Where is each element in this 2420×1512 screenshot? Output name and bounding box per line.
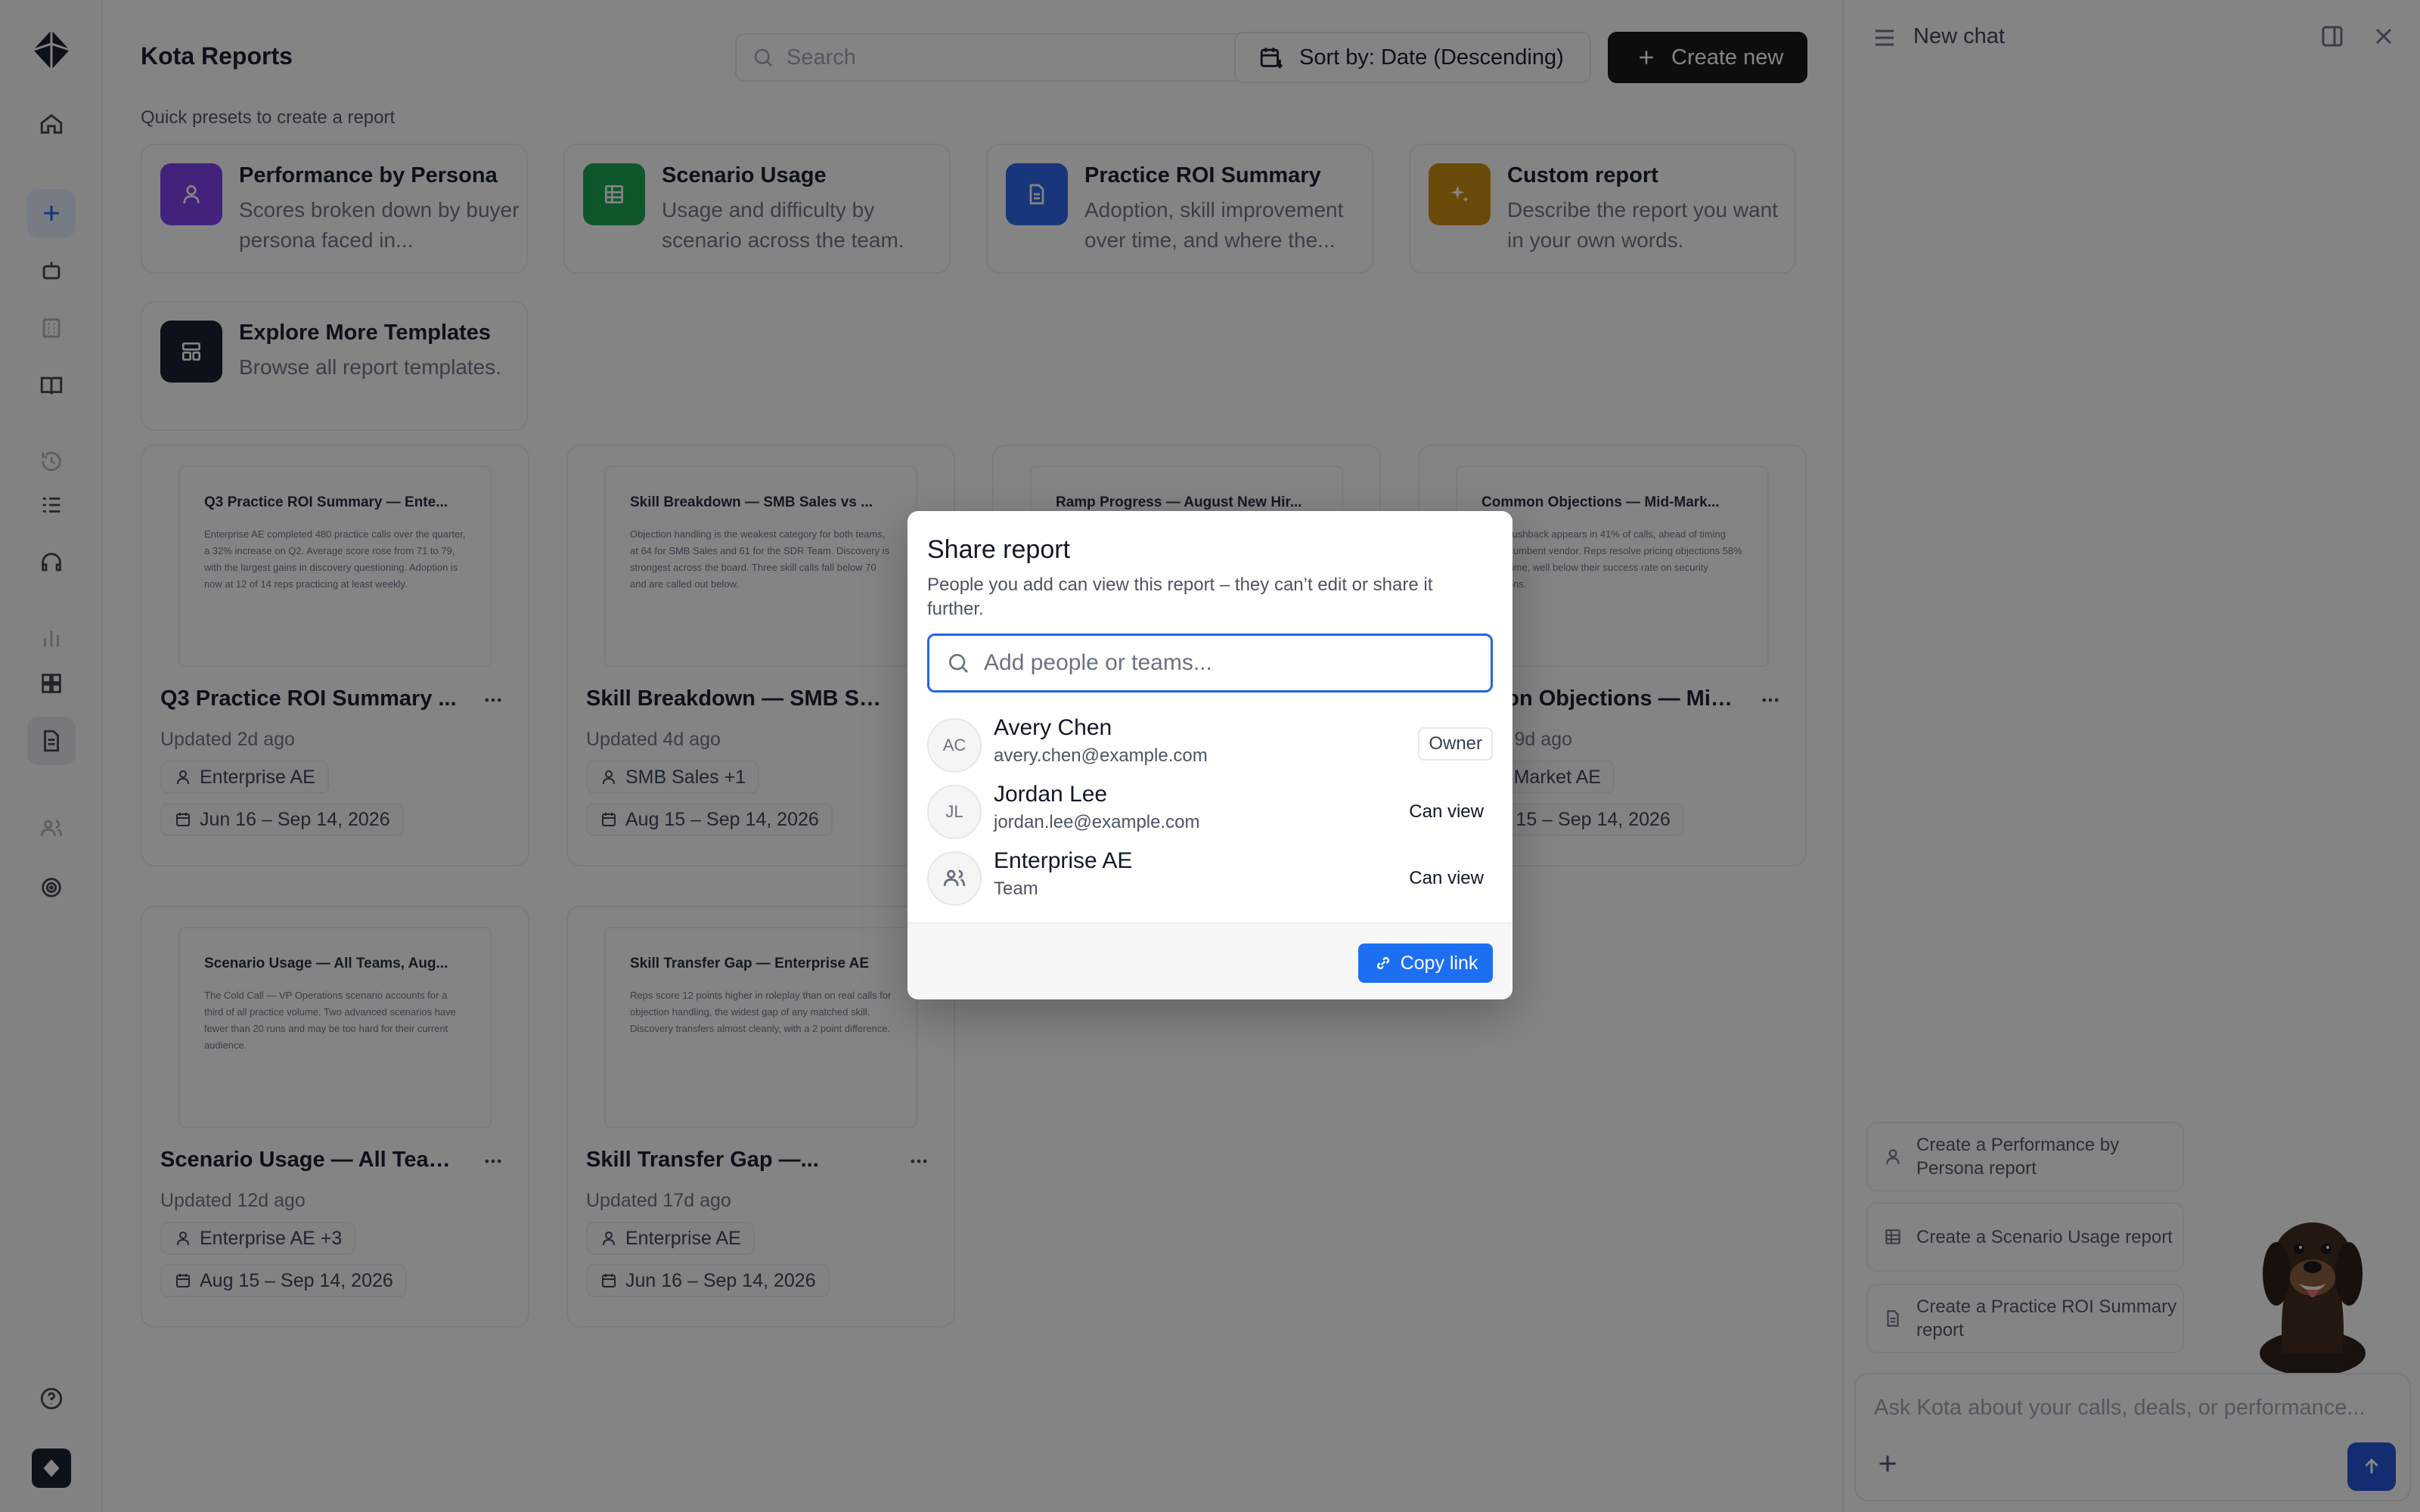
copy-link-button[interactable]: Copy link	[1358, 943, 1493, 983]
add-people-placeholder: Add people or teams...	[984, 650, 1212, 675]
dialog-title: Share report	[927, 535, 1070, 564]
add-people-input[interactable]: Add people or teams...	[927, 634, 1493, 692]
avatar: JL	[927, 785, 982, 839]
share-list-item: JL Jordan Lee jordan.lee@example.com Can…	[927, 780, 1493, 841]
share-list-item: Enterprise AE Team Can view	[927, 847, 1493, 907]
team-avatar	[927, 851, 982, 906]
person-email: jordan.lee@example.com	[994, 812, 1200, 832]
owner-badge: Owner	[1418, 727, 1493, 761]
team-icon	[943, 869, 966, 886]
copy-link-label: Copy link	[1400, 952, 1478, 974]
permission-select[interactable]: Can view	[1400, 797, 1493, 827]
search-icon	[949, 654, 968, 673]
link-icon	[1376, 957, 1389, 969]
team-label: Team	[994, 878, 1038, 899]
dialog-description: People you add can view this report – th…	[927, 575, 1433, 619]
person-name: Jordan Lee	[994, 782, 1108, 807]
team-name: Enterprise AE	[994, 848, 1133, 873]
person-email: avery.chen@example.com	[994, 745, 1208, 766]
dialog-footer: Copy link	[908, 922, 1512, 999]
share-report-dialog: Share report People you add can view thi…	[908, 511, 1512, 999]
person-name: Avery Chen	[994, 715, 1112, 740]
permission-select[interactable]: Can view	[1400, 863, 1493, 894]
avatar: AC	[927, 718, 982, 773]
share-list-item: AC Avery Chen avery.chen@example.com Own…	[927, 714, 1493, 774]
